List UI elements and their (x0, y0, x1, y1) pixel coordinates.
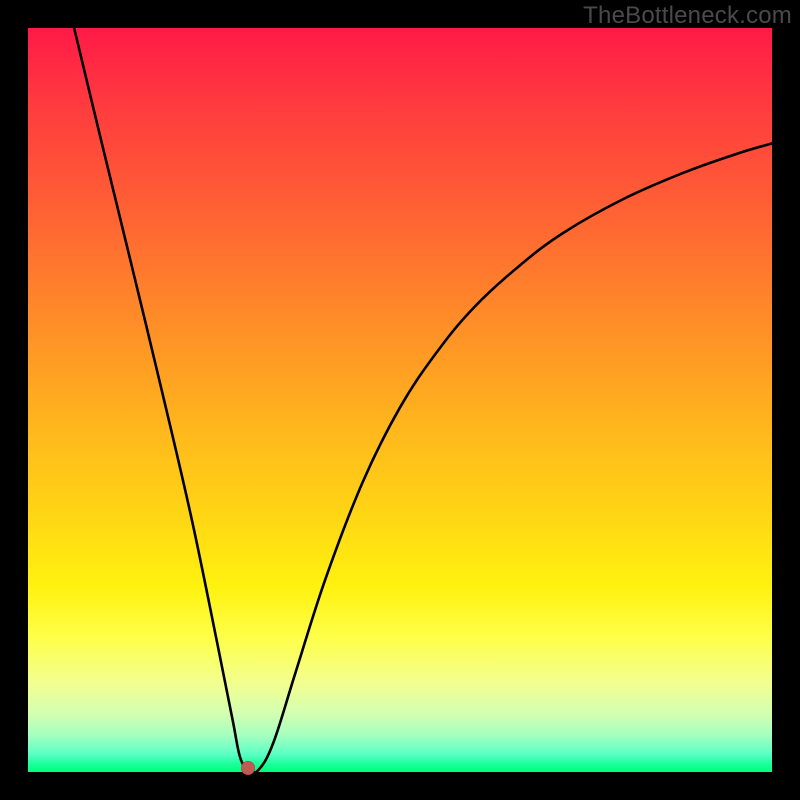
optimum-marker (241, 761, 255, 775)
watermark-text: TheBottleneck.com (583, 2, 792, 30)
bottleneck-curve (74, 28, 772, 773)
plot-area (28, 28, 772, 772)
chart-frame: TheBottleneck.com (0, 0, 800, 800)
curve-svg (28, 28, 772, 772)
